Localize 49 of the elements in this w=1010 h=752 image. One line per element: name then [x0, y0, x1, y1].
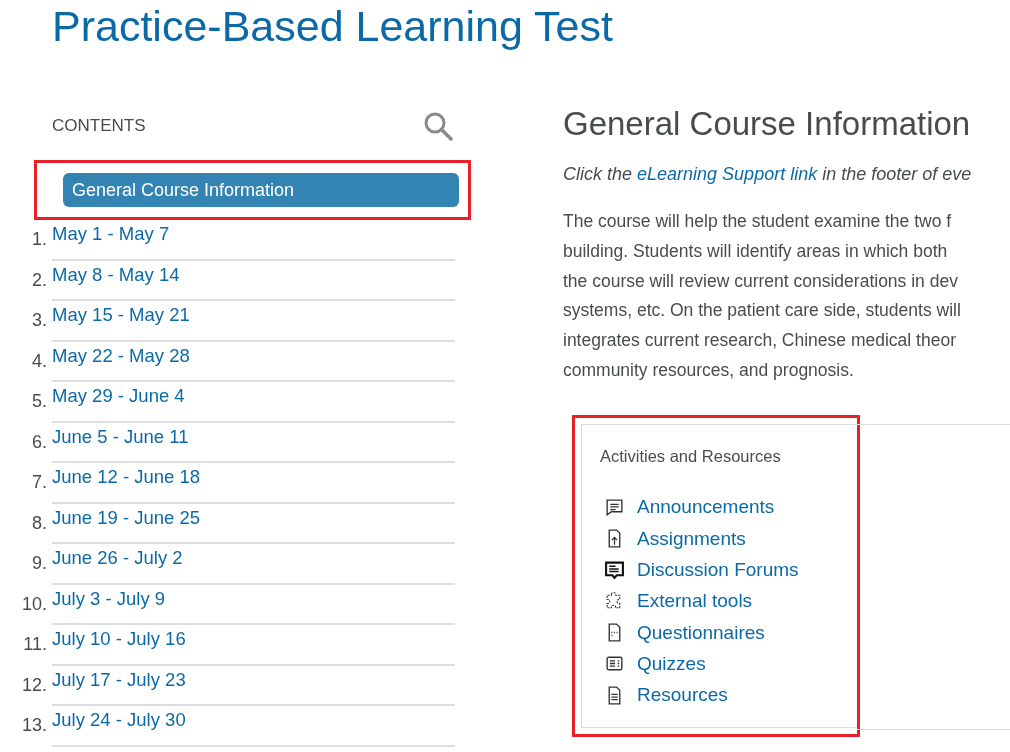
- item-number: 4.: [32, 350, 48, 372]
- item-number: 6.: [32, 431, 48, 453]
- contents-item[interactable]: May 1 - May 7: [52, 223, 170, 245]
- paragraph-line: the course will review current considerations in dev: [563, 269, 959, 293]
- activity-link[interactable]: Quizzes: [637, 652, 706, 675]
- activity-link[interactable]: Questionnaires: [637, 621, 765, 644]
- activity-link[interactable]: Assignments: [637, 527, 746, 550]
- activity-link[interactable]: External tools: [637, 590, 753, 613]
- contents-item[interactable]: July 24 - July 30: [52, 709, 186, 731]
- contents-item[interactable]: July 3 - July 9: [52, 587, 166, 610]
- contents-item[interactable]: June 19 - June 25: [52, 506, 201, 529]
- support-note: Click the eLearning Support link in the footer of eve: [563, 164, 973, 185]
- contents-item[interactable]: May 29 - June 4: [52, 385, 185, 407]
- contents-heading: CONTENTS: [52, 116, 146, 136]
- paragraph-line: community resources, and prognosis.: [563, 359, 855, 382]
- contents-item[interactable]: July 17 - July 23: [52, 668, 186, 691]
- item-number: 7.: [32, 472, 48, 493]
- activity-link[interactable]: Announcements: [637, 496, 775, 519]
- item-number: 3.: [32, 310, 48, 331]
- activity-link[interactable]: Resources: [637, 684, 728, 707]
- contents-item[interactable]: June 5 - June 11: [52, 425, 189, 448]
- contents-item[interactable]: July 10 - July 16: [52, 628, 186, 650]
- item-number: 9.: [32, 553, 48, 574]
- item-number: 8.: [32, 512, 48, 534]
- page-title: Practice-Based Learning Test: [51, 1, 614, 51]
- activity-link[interactable]: Discussion Forums: [637, 559, 799, 581]
- paragraph-line: integrates current research, Chinese medical theor: [563, 329, 957, 353]
- item-number: 11.: [23, 634, 48, 655]
- item-number: 1.: [32, 229, 48, 250]
- search-icon[interactable]: [423, 111, 453, 141]
- activities-heading: Activities and Resources: [600, 446, 781, 465]
- chat-bubble-icon: [604, 559, 625, 581]
- section-heading: General Course Information: [563, 104, 972, 144]
- item-number: 12.: [21, 674, 48, 696]
- item-number: 5.: [32, 391, 48, 412]
- item-number: 13.: [21, 715, 48, 736]
- contents-item[interactable]: June 26 - July 2: [52, 547, 183, 569]
- contents-item[interactable]: General Course Information: [63, 173, 459, 207]
- paragraph-line: The course will help the student examine the two f: [563, 210, 953, 233]
- contents-item[interactable]: May 15 - May 21: [52, 304, 190, 326]
- item-number: 2.: [32, 269, 48, 291]
- paragraph-line: systems, etc. On the patient care side, students will: [563, 299, 962, 323]
- item-number: 10.: [21, 593, 48, 615]
- contents-item[interactable]: June 12 - June 18: [52, 466, 201, 488]
- contents-item[interactable]: May 22 - May 28: [52, 344, 190, 367]
- support-link[interactable]: eLearning Support link: [637, 164, 818, 184]
- paragraph-line: building. Students will identify areas in which both: [563, 239, 949, 263]
- contents-item[interactable]: May 8 - May 14: [52, 263, 180, 286]
- message-icon: [604, 496, 625, 518]
